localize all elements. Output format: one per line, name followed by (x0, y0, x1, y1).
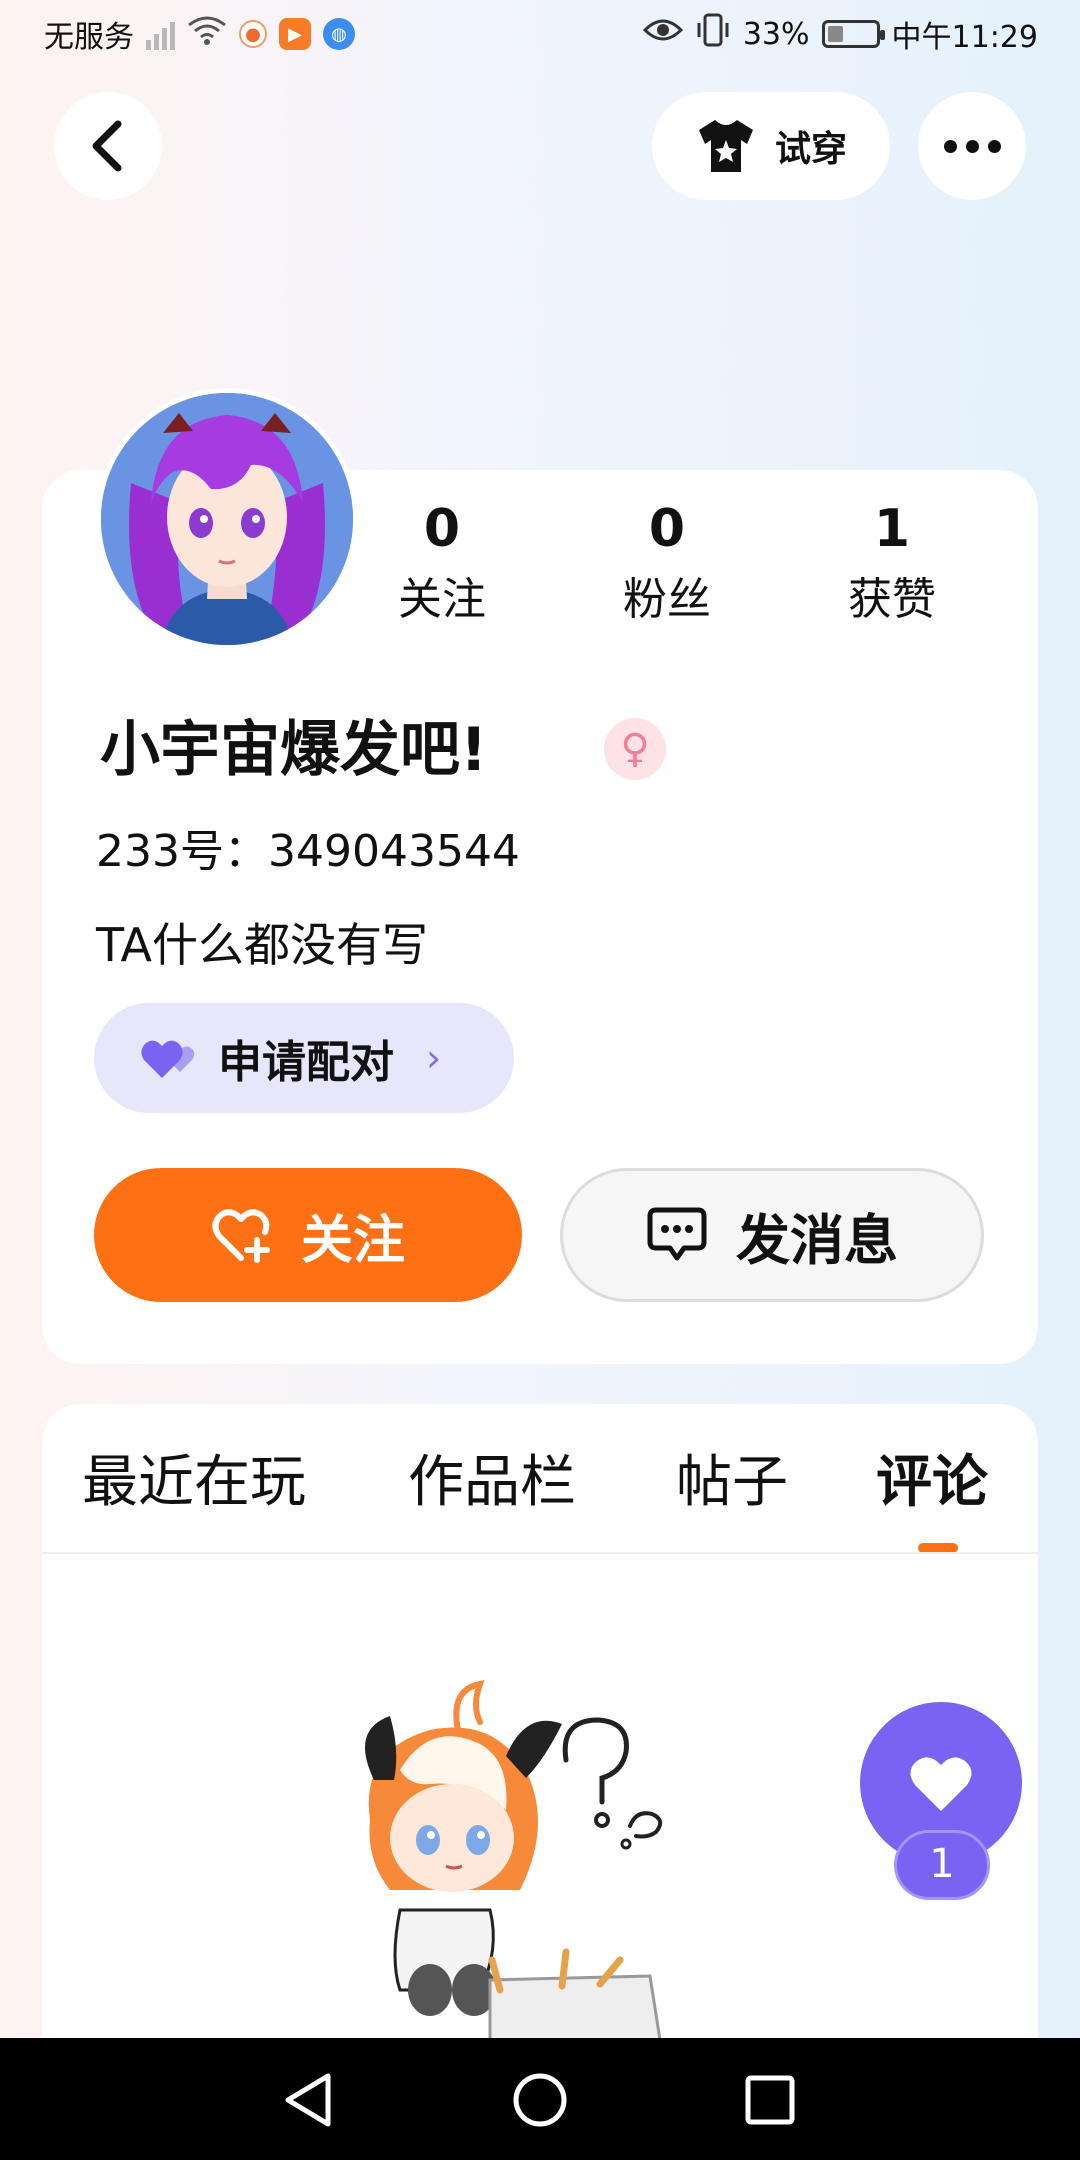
heart-plus-icon (212, 1209, 270, 1263)
try-on-label: 试穿 (774, 129, 847, 170)
status-right: 33% 中午11:29 (642, 12, 1038, 56)
profile-stats: 0 关注 0 粉丝 1 获赞 (352, 498, 982, 630)
chevron-right-icon: › (426, 1036, 442, 1080)
nav-recents-button[interactable] (738, 2068, 802, 2132)
back-button[interactable] (54, 92, 162, 200)
more-dots-icon (943, 139, 1001, 153)
nickname: 小宇宙爆发吧! (100, 715, 488, 785)
heart-icon (910, 1757, 972, 1811)
follow-label: 关注 (300, 1210, 405, 1271)
more-button[interactable] (918, 92, 1026, 200)
stat-fans[interactable]: 0 粉丝 (577, 498, 757, 630)
wifi-icon (187, 15, 227, 53)
app-notification-icon: ● (239, 20, 267, 48)
try-on-button[interactable]: 试穿 (652, 92, 890, 200)
double-heart-icon (141, 1040, 195, 1078)
home-circle-icon (513, 2073, 567, 2127)
tab-works[interactable]: 作品栏 (408, 1438, 576, 1528)
tab-posts[interactable]: 帖子 (676, 1438, 788, 1528)
nav-home-button[interactable] (508, 2068, 572, 2132)
stat-label: 获赞 (848, 574, 936, 625)
stat-following[interactable]: 0 关注 (352, 498, 532, 630)
stat-label: 粉丝 (623, 574, 711, 625)
tshirt-star-icon (698, 120, 753, 172)
chevron-left-icon (92, 120, 122, 172)
tab-recently-played[interactable]: 最近在玩 (82, 1438, 306, 1528)
stat-value: 0 (423, 499, 461, 559)
clock: 中午11:29 (891, 20, 1038, 55)
send-message-label: 发消息 (736, 1208, 898, 1272)
battery-percent: 33% (742, 16, 810, 52)
send-message-button[interactable]: 发消息 (560, 1168, 984, 1302)
stat-label: 关注 (398, 574, 486, 625)
user-id: 233号：349043544 (96, 826, 520, 877)
status-left: 无服务 ● ▶ ◍ (44, 12, 355, 56)
stat-value: 0 (648, 499, 686, 559)
battery-fill (827, 26, 843, 42)
tab-comments[interactable]: 评论 (876, 1438, 988, 1528)
system-nav-bar (0, 2038, 1080, 2160)
recents-square-icon (745, 2075, 795, 2125)
apply-pair-button[interactable]: 申请配对 › (94, 1003, 514, 1113)
video-app-icon: ▶ (279, 18, 311, 50)
apply-pair-label: 申请配对 (218, 1037, 394, 1088)
back-triangle-icon (285, 2073, 331, 2127)
vibrate-icon (695, 13, 731, 55)
chat-bubble-icon (647, 1207, 707, 1261)
carrier-text: 无服务 (44, 20, 134, 55)
follow-button[interactable]: 关注 (94, 1168, 522, 1302)
like-count-badge: 1 (894, 1830, 990, 1900)
battery-icon (821, 20, 885, 48)
stat-value: 1 (873, 499, 911, 559)
bio-text: TA什么都没有写 (96, 918, 428, 972)
browser-app-icon: ◍ (323, 18, 355, 50)
eye-comfort-icon (642, 16, 683, 52)
nav-back-button[interactable] (276, 2068, 340, 2132)
empty-state-illustration (330, 1660, 800, 2042)
female-gender-icon: ♀ (604, 718, 666, 780)
stat-likes[interactable]: 1 获赞 (802, 498, 982, 630)
avatar[interactable] (96, 388, 358, 650)
status-bar: 无服务 ● ▶ ◍ 33% 中午11:29 (0, 0, 1080, 72)
tab-divider (42, 1552, 1038, 1554)
signal-icon (146, 18, 175, 50)
